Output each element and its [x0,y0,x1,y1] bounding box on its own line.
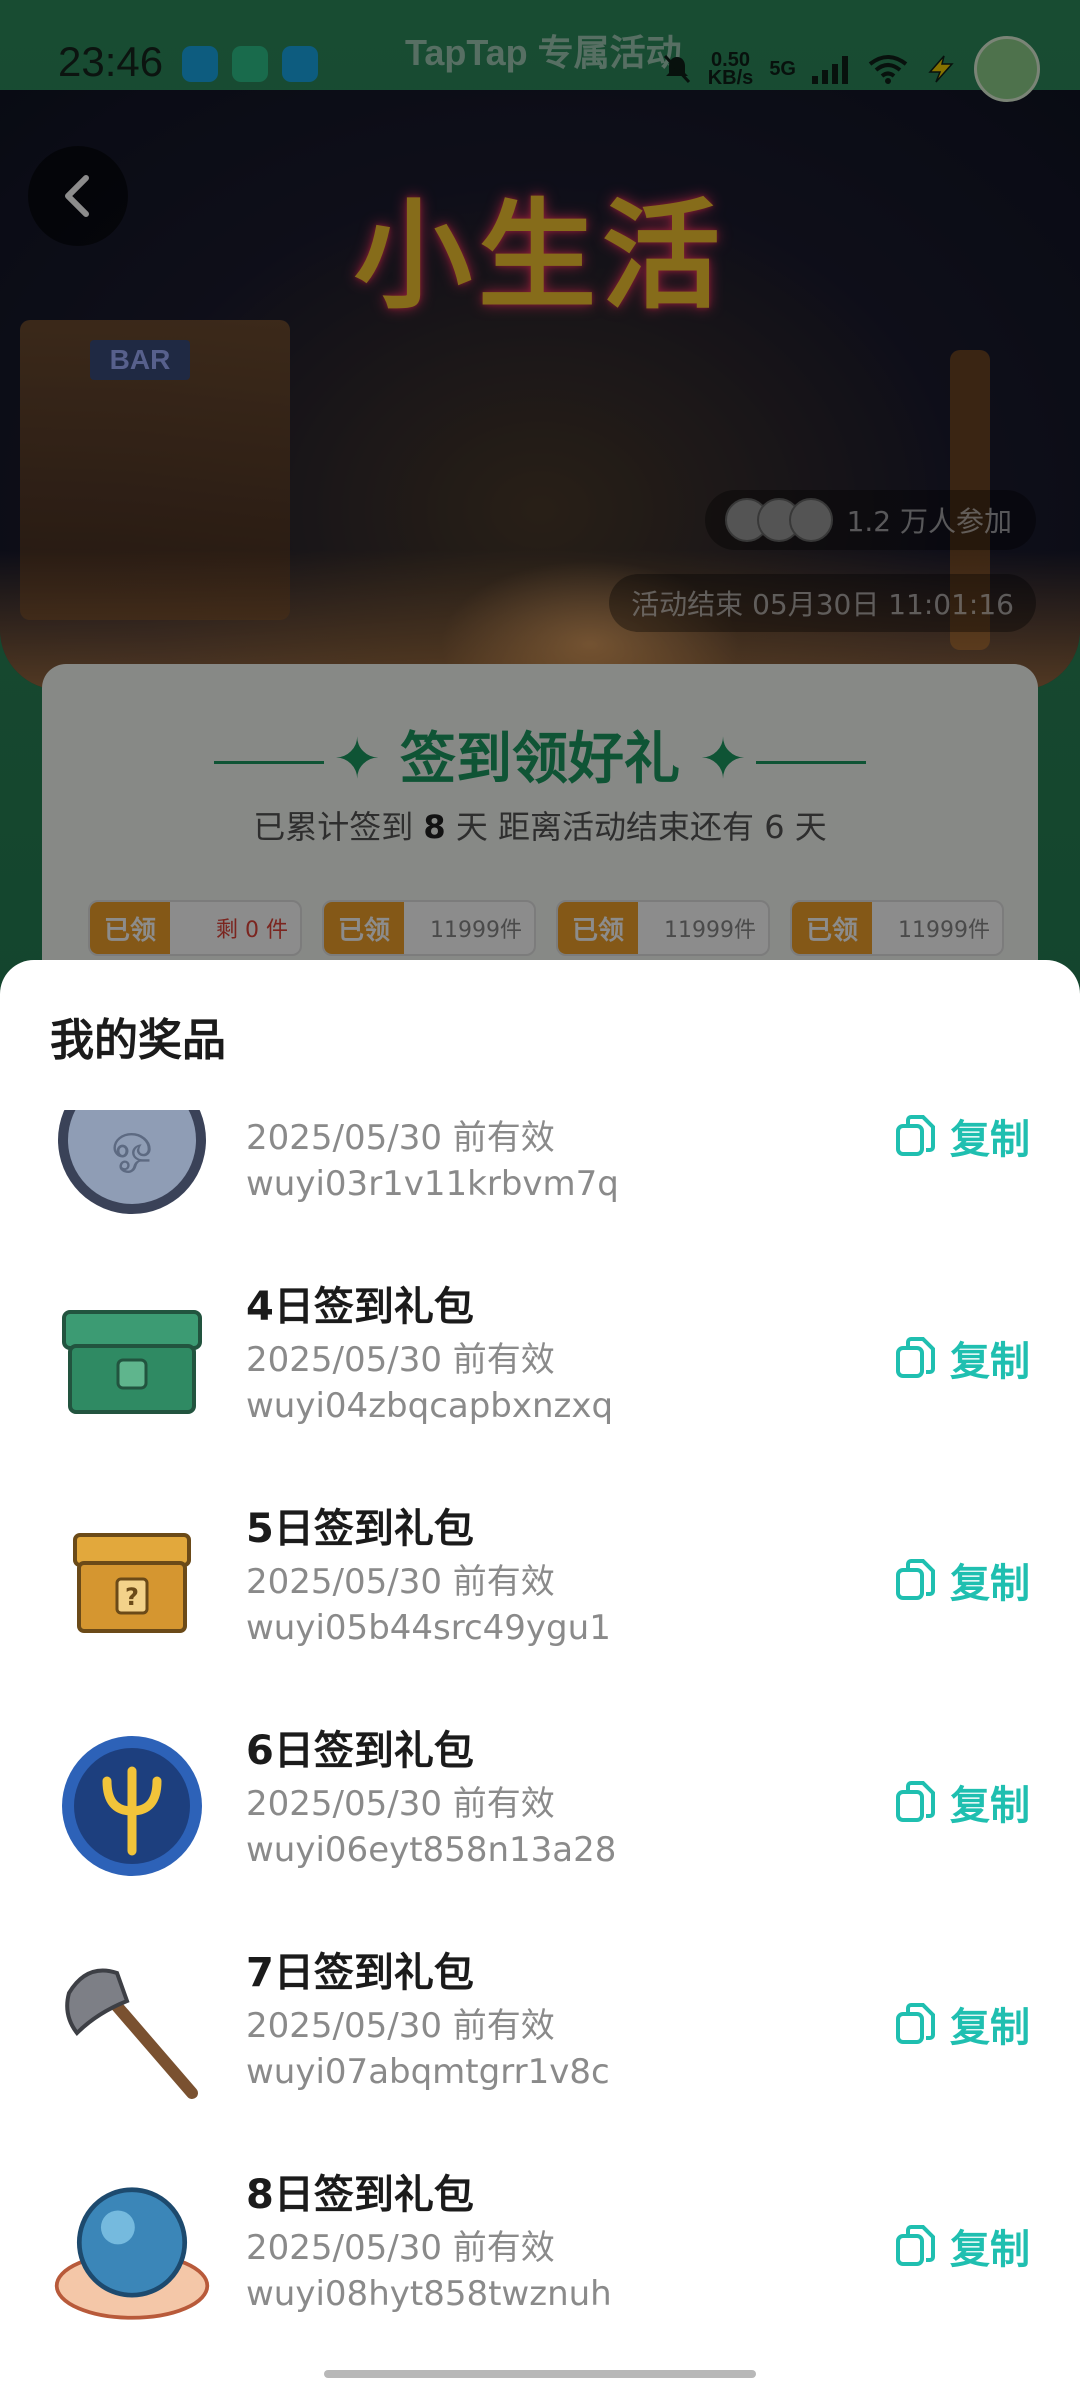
prize-valid-date: 2025/05/30 前有效 [246,2006,555,2046]
copy-button[interactable]: 复制 [894,1550,1030,1610]
prize-name: 7日签到礼包 [246,1950,474,1996]
my-prizes-sheet: 我的奖品 ஓ 2025/05/30 前有效 wuyi03r1v11krbvm7q… [0,960,1080,2400]
sheet-title: 我的奖品 [50,1015,226,1066]
prize-code: wuyi08hyt858twznuh [246,2274,612,2314]
copy-icon [896,1115,935,1156]
svg-text:?: ? [125,1583,139,1611]
prize-item: 7日签到礼包 2025/05/30 前有效 wuyi07abqmtgrr1v8c… [0,1928,1080,2150]
mystery-box-icon: ? [52,1504,212,1664]
copy-icon [896,1781,935,1822]
prize-code: wuyi07abqmtgrr1v8c [246,2052,610,2092]
copy-icon [896,1337,935,1378]
home-indicator[interactable] [324,2370,756,2378]
prize-item: ஓ 2025/05/30 前有效 wuyi03r1v11krbvm7q 复制 [0,1110,1080,1262]
prize-item: ? 5日签到礼包 2025/05/30 前有效 wuyi05b44src49yg… [0,1484,1080,1706]
prize-valid-date: 2025/05/30 前有效 [246,1118,555,1158]
axe-icon [52,1948,212,2108]
prize-name: 5日签到礼包 [246,1506,474,1552]
prize-item: 8日签到礼包 2025/05/30 前有效 wuyi08hyt858twznuh… [0,2150,1080,2370]
copy-button[interactable]: 复制 [894,2216,1030,2276]
prize-code: wuyi04zbqcapbxnzxq [246,1386,614,1426]
prize-code: wuyi06eyt858n13a28 [246,1830,617,1870]
trident-badge-icon [52,1726,212,1886]
copy-button[interactable]: 复制 [894,1772,1030,1832]
green-chest-icon [52,1282,212,1442]
coin-icon: ஓ [52,1110,212,1220]
prize-item: 6日签到礼包 2025/05/30 前有效 wuyi06eyt858n13a28… [0,1706,1080,1928]
copy-icon [896,1559,935,1600]
prize-name: 4日签到礼包 [246,1284,474,1330]
prize-name: 6日签到礼包 [246,1728,474,1774]
prize-valid-date: 2025/05/30 前有效 [246,2228,555,2268]
copy-icon [896,2003,935,2044]
copy-icon [896,2225,935,2266]
prize-code: wuyi05b44src49ygu1 [246,1608,611,1648]
copy-button[interactable]: 复制 [894,1110,1030,1166]
prize-valid-date: 2025/05/30 前有效 [246,1562,555,1602]
prize-code: wuyi03r1v11krbvm7q [246,1164,619,1204]
crystal-ball-icon [52,2170,212,2330]
prize-valid-date: 2025/05/30 前有效 [246,1340,555,1380]
copy-button[interactable]: 复制 [894,1328,1030,1388]
prize-list[interactable]: ஓ 2025/05/30 前有效 wuyi03r1v11krbvm7q 复制 4… [0,1110,1080,2370]
prize-name: 8日签到礼包 [246,2172,474,2218]
copy-button[interactable]: 复制 [894,1994,1030,2054]
prize-valid-date: 2025/05/30 前有效 [246,1784,555,1824]
prize-item: 4日签到礼包 2025/05/30 前有效 wuyi04zbqcapbxnzxq… [0,1262,1080,1484]
svg-text:ஓ: ஓ [111,1112,153,1173]
